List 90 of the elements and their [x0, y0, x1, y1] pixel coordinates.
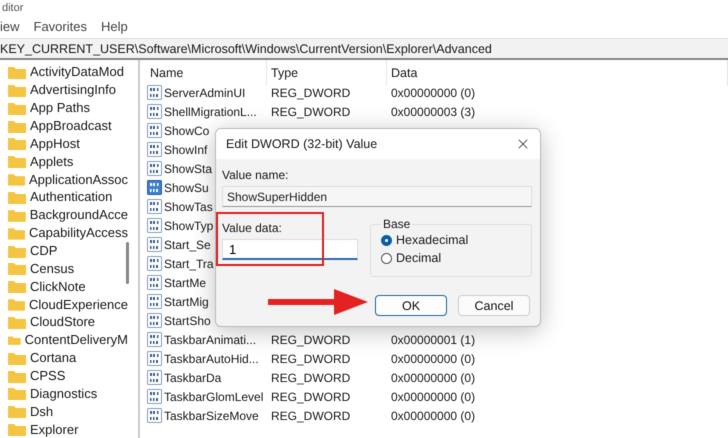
value-data-field[interactable]: 1: [222, 239, 358, 260]
radio-option[interactable]: Decimal: [381, 251, 521, 265]
menu-item[interactable]: Favorites: [34, 18, 87, 34]
folder-icon: [8, 244, 26, 258]
table-cell-text: 0x00000000 (0): [390, 352, 476, 366]
menu-item[interactable]: Help: [100, 18, 128, 34]
value-name[interactable]: TaskbarGlomLevel: [164, 390, 264, 404]
tree-item[interactable]: CDP: [30, 243, 58, 258]
value-name[interactable]: ShowTyp: [164, 218, 214, 232]
menu-item[interactable]: iew: [0, 18, 20, 34]
dialog-button[interactable]: Cancel: [458, 295, 530, 316]
table-cell-text: REG_DWORD: [270, 390, 352, 404]
value-name[interactable]: Start_Se: [164, 238, 211, 252]
table-cell-text: 0x00000000 (0): [390, 370, 476, 384]
tree-item[interactable]: ClickNote: [30, 278, 86, 294]
address-bar[interactable]: KEY_CURRENT_USER\Software\Microsoft\Windows\CurrentVersion\Explorer\Advanced: [0, 38, 728, 60]
value-name[interactable]: ShowSu: [164, 180, 209, 194]
tree-item[interactable]: App Paths: [30, 100, 90, 116]
folder-icon: [8, 368, 26, 383]
folder-icon: [8, 404, 26, 418]
tree-item[interactable]: AdvertisingInfo: [30, 82, 116, 98]
field-label: Value name:: [222, 168, 290, 182]
tree-item[interactable]: CPSS: [30, 368, 66, 384]
value-name[interactable]: TaskbarDa: [164, 370, 222, 384]
table-cell-text: REG_DWORD: [270, 86, 352, 100]
tree-item[interactable]: Census: [30, 260, 74, 276]
tree-item[interactable]: ContentDeliveryM: [24, 332, 128, 348]
tree-item[interactable]: ActivityDataMod: [30, 64, 124, 80]
value-name[interactable]: ShellMigrationL...: [164, 104, 257, 118]
folder-icon: [8, 190, 26, 204]
folder-icon: [8, 279, 26, 294]
folder-icon: [8, 64, 26, 79]
folder-icon: [8, 422, 26, 436]
folder-icon: [8, 386, 26, 400]
value-name[interactable]: StartMig: [164, 294, 209, 308]
tree-item[interactable]: CapabilityAccess: [29, 225, 128, 240]
tree-item[interactable]: Applets: [30, 154, 74, 169]
value-name[interactable]: ShowCo: [164, 124, 210, 138]
tree-item[interactable]: Authentication: [30, 189, 112, 204]
column-header[interactable]: Type: [267, 60, 387, 86]
table-cell-text: REG_DWORD: [270, 352, 352, 366]
value-name[interactable]: StartMe: [164, 276, 206, 290]
tree-item[interactable]: Explorer: [30, 422, 78, 437]
folder-icon: [8, 82, 26, 97]
folder-icon: [8, 118, 26, 132]
value-name-field[interactable]: ShowSuperHidden: [222, 186, 532, 207]
group-label: Base: [382, 217, 412, 231]
folder-icon: [8, 100, 26, 115]
dialog-button[interactable]: OK: [375, 295, 447, 316]
table-cell-text: 0x00000000 (0): [390, 408, 476, 422]
table-cell-text: 0x00000000 (0): [390, 390, 476, 404]
tree-item[interactable]: CloudStore: [30, 314, 96, 330]
table-cell-text: 0x00000001 (1): [390, 332, 476, 346]
window-title: ditor: [2, 2, 24, 14]
table-cell-text: REG_DWORD: [270, 104, 352, 118]
folder-icon: [8, 261, 26, 276]
value-name[interactable]: StartSho: [164, 314, 211, 328]
tree-item[interactable]: CloudExperience: [28, 296, 128, 312]
folder-icon: [8, 226, 25, 240]
tree-item[interactable]: BackgroundAcce: [30, 207, 128, 222]
tree-item[interactable]: ApplicationAssoc: [29, 172, 128, 187]
folder-icon: [8, 314, 26, 329]
tree-item[interactable]: Diagnostics: [30, 386, 98, 401]
value-name[interactable]: ShowInf: [164, 142, 208, 156]
table-cell-text: REG_DWORD: [270, 408, 352, 422]
value-name[interactable]: ShowSta: [164, 162, 212, 176]
radio-option[interactable]: Hexadecimal: [381, 233, 521, 247]
tree-item[interactable]: Dsh: [30, 404, 54, 419]
field-label: Value data:: [222, 221, 283, 235]
dialog-title: Edit DWORD (32-bit) Value: [226, 137, 378, 151]
table-cell-text: 0x00000003 (3): [390, 104, 476, 118]
column-header[interactable]: Data: [387, 60, 728, 86]
folder-icon: [8, 172, 25, 186]
tree-item[interactable]: AppBroadcast: [30, 118, 112, 133]
table-cell-text: REG_DWORD: [270, 332, 352, 346]
value-name[interactable]: Start_Tra: [164, 256, 214, 270]
value-name[interactable]: ShowTas: [164, 200, 213, 214]
folder-icon: [8, 208, 26, 222]
folder-icon: [8, 136, 26, 150]
value-name[interactable]: TaskbarAnimati...: [164, 332, 256, 346]
folder-icon: [8, 297, 25, 312]
tree-item[interactable]: AppHost: [30, 136, 80, 151]
value-name[interactable]: TaskbarAutoHid...: [164, 352, 259, 366]
value-name[interactable]: TaskbarSizeMove: [164, 408, 259, 422]
table-cell-text: 0x00000000 (0): [390, 86, 476, 100]
value-name[interactable]: ServerAdminUI: [164, 86, 246, 100]
tree-item[interactable]: Cortana: [30, 350, 76, 366]
folder-icon: [8, 154, 26, 168]
folder-icon: [8, 350, 26, 365]
table-cell-text: REG_DWORD: [270, 370, 352, 384]
